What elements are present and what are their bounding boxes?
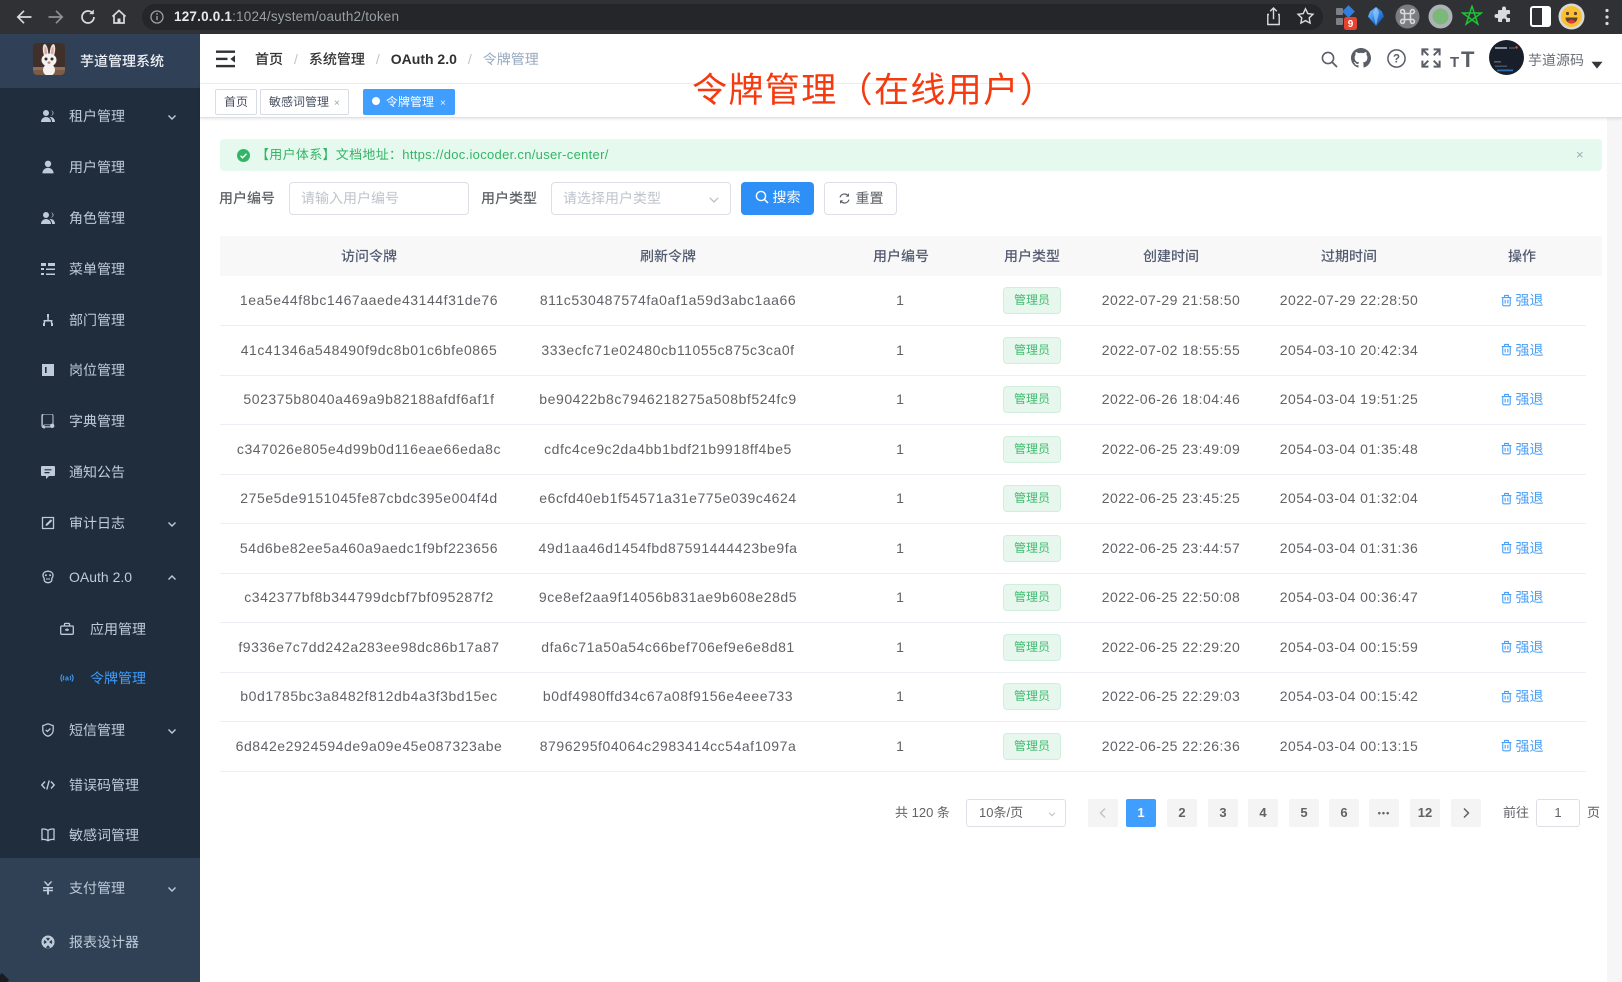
svg-text:a: a [65,676,69,683]
svg-text:T: T [1461,47,1475,72]
svg-text:9: 9 [1348,19,1354,30]
svg-text:?: ? [1393,54,1400,66]
svg-text:T: T [1450,54,1459,71]
